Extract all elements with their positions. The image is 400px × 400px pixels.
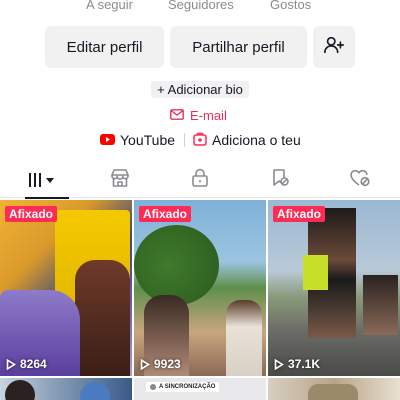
view-count-value: 9923 <box>154 357 181 371</box>
active-tab-indicator <box>25 197 69 199</box>
mail-icon <box>170 108 184 123</box>
play-icon <box>6 358 16 370</box>
view-count-value: 37.1K <box>288 357 321 371</box>
video-thumbnail[interactable]: Afixado 9923 <box>134 200 266 376</box>
email-link[interactable]: E-mail <box>170 107 227 123</box>
share-profile-button[interactable]: Partilhar perfil <box>170 26 307 68</box>
youtube-label: YouTube <box>120 132 176 148</box>
view-count-value: 8264 <box>20 357 47 371</box>
play-icon <box>140 358 150 370</box>
lock-icon <box>191 168 209 193</box>
video-thumbnail[interactable]: Afixado 8264 <box>0 200 132 376</box>
add-link-icon <box>193 132 207 149</box>
youtube-link[interactable]: YouTube <box>100 132 175 148</box>
share-profile-label: Partilhar perfil <box>192 38 285 56</box>
add-bio-button[interactable]: + Adicionar bio <box>151 81 249 98</box>
view-count: 8264 <box>6 357 47 371</box>
pinned-badge: Afixado <box>139 206 192 222</box>
profile-stats: A seguir Seguidores Gostos <box>0 0 400 13</box>
shop-icon <box>110 168 130 193</box>
profile-links: YouTube Adiciona o teu <box>100 131 301 149</box>
pinned-badge: Afixado <box>273 206 326 222</box>
tab-saved[interactable] <box>247 162 313 198</box>
tab-private[interactable] <box>167 162 233 198</box>
video-caption: A SINCRONIZAÇÃO <box>146 382 220 392</box>
grid-icon <box>27 172 54 188</box>
view-count: 37.1K <box>274 357 320 371</box>
video-thumbnail[interactable] <box>0 378 132 400</box>
add-friend-button[interactable] <box>313 26 355 68</box>
tab-videos[interactable] <box>7 162 73 199</box>
video-thumbnail[interactable]: Afixado 37.1K <box>268 200 400 376</box>
tab-shop[interactable] <box>87 162 153 198</box>
thumbnail-shape <box>303 255 328 290</box>
add-link-button[interactable]: Adiciona o teu <box>193 132 301 149</box>
chevron-down-icon <box>45 177 54 183</box>
email-label: E-mail <box>190 107 227 123</box>
followers-label[interactable]: Seguidores <box>168 0 234 12</box>
thumbnail-person <box>80 382 110 400</box>
play-icon <box>274 358 284 370</box>
tab-liked[interactable] <box>327 162 393 198</box>
video-caption-text: A SINCRONIZAÇÃO <box>159 384 216 390</box>
thumbnail-person <box>75 260 130 376</box>
bookmark-icon <box>270 168 290 193</box>
video-thumbnail[interactable]: A SINCRONIZAÇÃO <box>134 378 266 400</box>
thumbnail-tree <box>134 225 219 305</box>
thumbnail-person <box>226 300 262 376</box>
view-count: 9923 <box>140 357 181 371</box>
links-divider <box>184 133 186 147</box>
youtube-icon <box>100 132 115 148</box>
video-grid: Afixado 8264 Afixado 9923 Afixado 37.1K <box>0 200 400 400</box>
heart-icon <box>349 168 371 193</box>
pinned-badge: Afixado <box>5 206 58 222</box>
add-bio-label: + Adicionar bio <box>157 82 243 97</box>
add-link-label: Adiciona o teu <box>212 132 301 148</box>
avatar <box>150 384 156 390</box>
edit-profile-button[interactable]: Editar perfil <box>45 26 164 68</box>
add-user-icon <box>323 34 345 60</box>
likes-label[interactable]: Gostos <box>270 0 311 12</box>
profile-tabs <box>0 162 400 199</box>
thumbnail-shape <box>308 384 358 400</box>
following-label[interactable]: A seguir <box>86 0 133 12</box>
thumbnail-person <box>5 380 35 400</box>
video-thumbnail[interactable] <box>268 378 400 400</box>
edit-profile-label: Editar perfil <box>66 38 143 56</box>
thumbnail-person <box>363 275 398 335</box>
